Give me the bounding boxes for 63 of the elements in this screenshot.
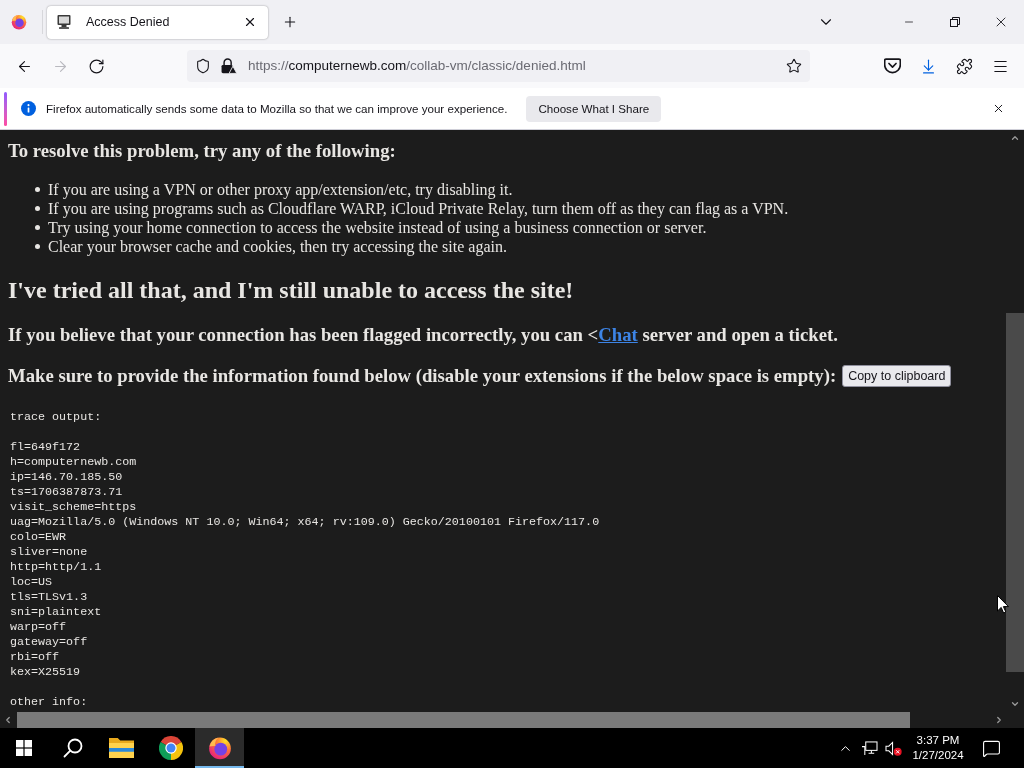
trace-title: trace output: <box>10 410 103 425</box>
trace-line: ts=1706387873.71 <box>10 485 124 500</box>
trace-footer: other info: <box>10 695 1006 710</box>
address-bar[interactable]: https://computernewb.com/collab-vm/classic/denied.html <box>187 50 810 82</box>
trace-line: gateway=off <box>10 635 89 650</box>
browser-tab[interactable]: Access Denied <box>47 5 268 39</box>
scroll-up-icon[interactable] <box>1010 133 1020 143</box>
ticket-paragraph: If you believe that your connection has been flagged incorrectly, you can <Chat server and open a ticket. <box>8 324 839 346</box>
bullet-icon <box>35 206 40 211</box>
chat-link[interactable]: Chat <box>598 324 638 345</box>
tip-text: If you are using a VPN or other proxy app/extension/etc, try disabling it. <box>48 180 513 199</box>
info-icon <box>21 101 36 116</box>
scroll-right-icon[interactable] <box>994 715 1004 725</box>
speech-bubble-icon <box>981 738 1001 758</box>
tip-text: Clear your browser cache and cookies, then try accessing the site again. <box>48 237 507 256</box>
trace-line: sliver=none <box>10 545 89 560</box>
trace-line: visit_scheme=https <box>10 500 138 515</box>
trace-line: http=http/1.1 <box>10 560 103 575</box>
bullet-icon <box>35 244 40 249</box>
clock[interactable]: 3:37 PM 1/27/2024 <box>905 728 971 768</box>
firefox-button[interactable] <box>195 728 244 768</box>
trace-line: tls=TLSv1.3 <box>10 590 89 605</box>
windows-logo-icon <box>16 740 32 756</box>
url-text: https://computernewb.com/collab-vm/classic/denied.html <box>248 56 587 75</box>
choose-what-i-share-button[interactable]: Choose What I Share <box>526 95 662 122</box>
section-heading: To resolve this problem, try any of the following: <box>8 140 397 162</box>
trace-line: kex=X25519 <box>10 665 82 680</box>
trace-line: sni=plaintext <box>10 605 103 620</box>
firefox-logo-icon <box>207 736 232 760</box>
trace-line: ip=146.70.185.50 <box>10 470 124 485</box>
page-subheading: I've tried all that, and I'm still unable to access the site! <box>8 276 575 304</box>
computer-icon <box>56 14 72 30</box>
close-icon <box>243 15 257 29</box>
scrollbar-thumb[interactable] <box>1006 313 1024 672</box>
shield-icon <box>195 58 211 74</box>
restore-icon <box>950 17 960 27</box>
lock-warning-icon <box>221 58 237 74</box>
tip-text: Try using your home connection to access the website instead of using a business connection or server. <box>48 218 707 237</box>
folder-icon <box>109 738 134 758</box>
trace-line: uag=Mozilla/5.0 (Windows NT 10.0; Win64; x64; rv:109.0) Gecko/20100101 Firefox/117.0 <box>10 515 601 530</box>
mouse-pointer-icon <box>997 595 1009 614</box>
trace-line: h=computernewb.com <box>10 455 138 470</box>
plus-icon <box>282 14 298 30</box>
chrome-logo-icon <box>158 736 183 760</box>
tip-text: If you are using programs such as Cloudflare WARP, iCloud Private Relay, turn them off as they can flag as a VPN. <box>48 199 789 218</box>
scroll-left-icon[interactable] <box>3 715 13 725</box>
trace-line: colo=EWR <box>10 530 68 545</box>
bullet-icon <box>35 187 40 192</box>
notification-message: Firefox automatically sends some data to Mozilla so that we can improve your experience. <box>46 100 508 117</box>
bookmark-star-icon[interactable] <box>786 58 802 74</box>
trace-line: warp=off <box>10 620 68 635</box>
copy-to-clipboard-button[interactable]: Copy to clipboard <box>842 365 952 387</box>
trace-line: fl=649f172 <box>10 440 82 455</box>
clock-time: 3:37 PM <box>916 733 960 748</box>
search-icon <box>62 738 83 758</box>
clock-date: 1/27/2024 <box>912 748 964 763</box>
firefox-logo-icon <box>11 14 27 30</box>
bullet-icon <box>35 225 40 230</box>
wired-network-icon <box>860 740 878 756</box>
scroll-down-icon[interactable] <box>1010 699 1020 709</box>
trace-line: loc=US <box>10 575 54 590</box>
info-paragraph: Make sure to provide the information found below (disable your extensions if the below space is empty): <box>8 365 837 387</box>
trace-line: rbi=off <box>10 650 61 665</box>
